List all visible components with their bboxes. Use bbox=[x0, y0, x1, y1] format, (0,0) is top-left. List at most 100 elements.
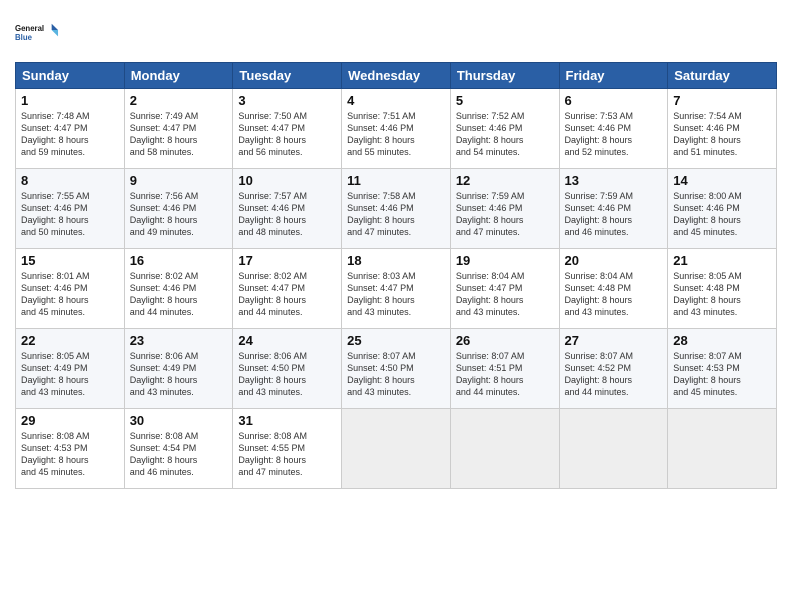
cell-details: Sunrise: 8:03 AMSunset: 4:47 PMDaylight:… bbox=[347, 271, 416, 317]
calendar-cell: 11 Sunrise: 7:58 AMSunset: 4:46 PMDaylig… bbox=[342, 169, 451, 249]
calendar-cell: 15 Sunrise: 8:01 AMSunset: 4:46 PMDaylig… bbox=[16, 249, 125, 329]
col-header-monday: Monday bbox=[124, 63, 233, 89]
day-number: 16 bbox=[130, 253, 228, 268]
col-header-friday: Friday bbox=[559, 63, 668, 89]
calendar-cell: 9 Sunrise: 7:56 AMSunset: 4:46 PMDayligh… bbox=[124, 169, 233, 249]
cell-details: Sunrise: 7:55 AMSunset: 4:46 PMDaylight:… bbox=[21, 191, 90, 237]
cell-details: Sunrise: 8:08 AMSunset: 4:54 PMDaylight:… bbox=[130, 431, 199, 477]
day-number: 2 bbox=[130, 93, 228, 108]
col-header-saturday: Saturday bbox=[668, 63, 777, 89]
day-number: 23 bbox=[130, 333, 228, 348]
col-header-wednesday: Wednesday bbox=[342, 63, 451, 89]
day-number: 10 bbox=[238, 173, 336, 188]
calendar-cell: 7 Sunrise: 7:54 AMSunset: 4:46 PMDayligh… bbox=[668, 89, 777, 169]
day-number: 30 bbox=[130, 413, 228, 428]
calendar-week-2: 8 Sunrise: 7:55 AMSunset: 4:46 PMDayligh… bbox=[16, 169, 777, 249]
day-number: 15 bbox=[21, 253, 119, 268]
cell-details: Sunrise: 7:56 AMSunset: 4:46 PMDaylight:… bbox=[130, 191, 199, 237]
calendar-cell-empty bbox=[450, 409, 559, 489]
day-number: 4 bbox=[347, 93, 445, 108]
cell-details: Sunrise: 8:04 AMSunset: 4:47 PMDaylight:… bbox=[456, 271, 525, 317]
calendar-cell: 5 Sunrise: 7:52 AMSunset: 4:46 PMDayligh… bbox=[450, 89, 559, 169]
day-number: 28 bbox=[673, 333, 771, 348]
day-number: 21 bbox=[673, 253, 771, 268]
cell-details: Sunrise: 7:48 AMSunset: 4:47 PMDaylight:… bbox=[21, 111, 90, 157]
calendar-cell: 19 Sunrise: 8:04 AMSunset: 4:47 PMDaylig… bbox=[450, 249, 559, 329]
cell-details: Sunrise: 8:04 AMSunset: 4:48 PMDaylight:… bbox=[565, 271, 634, 317]
cell-details: Sunrise: 7:58 AMSunset: 4:46 PMDaylight:… bbox=[347, 191, 416, 237]
calendar-cell: 22 Sunrise: 8:05 AMSunset: 4:49 PMDaylig… bbox=[16, 329, 125, 409]
calendar-cell: 2 Sunrise: 7:49 AMSunset: 4:47 PMDayligh… bbox=[124, 89, 233, 169]
calendar-cell: 28 Sunrise: 8:07 AMSunset: 4:53 PMDaylig… bbox=[668, 329, 777, 409]
cell-details: Sunrise: 7:53 AMSunset: 4:46 PMDaylight:… bbox=[565, 111, 634, 157]
day-number: 29 bbox=[21, 413, 119, 428]
cell-details: Sunrise: 7:59 AMSunset: 4:46 PMDaylight:… bbox=[565, 191, 634, 237]
svg-text:Blue: Blue bbox=[15, 33, 33, 42]
cell-details: Sunrise: 8:02 AMSunset: 4:46 PMDaylight:… bbox=[130, 271, 199, 317]
cell-details: Sunrise: 8:07 AMSunset: 4:53 PMDaylight:… bbox=[673, 351, 742, 397]
calendar-cell-empty bbox=[559, 409, 668, 489]
day-number: 9 bbox=[130, 173, 228, 188]
calendar-cell: 21 Sunrise: 8:05 AMSunset: 4:48 PMDaylig… bbox=[668, 249, 777, 329]
calendar-cell: 26 Sunrise: 8:07 AMSunset: 4:51 PMDaylig… bbox=[450, 329, 559, 409]
cell-details: Sunrise: 7:49 AMSunset: 4:47 PMDaylight:… bbox=[130, 111, 199, 157]
svg-text:General: General bbox=[15, 24, 44, 33]
calendar-cell-empty bbox=[668, 409, 777, 489]
calendar-cell: 24 Sunrise: 8:06 AMSunset: 4:50 PMDaylig… bbox=[233, 329, 342, 409]
cell-details: Sunrise: 7:52 AMSunset: 4:46 PMDaylight:… bbox=[456, 111, 525, 157]
day-number: 13 bbox=[565, 173, 663, 188]
cell-details: Sunrise: 8:07 AMSunset: 4:52 PMDaylight:… bbox=[565, 351, 634, 397]
day-number: 18 bbox=[347, 253, 445, 268]
header: General Blue bbox=[15, 10, 777, 54]
cell-details: Sunrise: 7:59 AMSunset: 4:46 PMDaylight:… bbox=[456, 191, 525, 237]
calendar-cell: 17 Sunrise: 8:02 AMSunset: 4:47 PMDaylig… bbox=[233, 249, 342, 329]
calendar-week-5: 29 Sunrise: 8:08 AMSunset: 4:53 PMDaylig… bbox=[16, 409, 777, 489]
calendar-cell: 14 Sunrise: 8:00 AMSunset: 4:46 PMDaylig… bbox=[668, 169, 777, 249]
calendar-cell: 30 Sunrise: 8:08 AMSunset: 4:54 PMDaylig… bbox=[124, 409, 233, 489]
calendar-cell: 20 Sunrise: 8:04 AMSunset: 4:48 PMDaylig… bbox=[559, 249, 668, 329]
cell-details: Sunrise: 7:50 AMSunset: 4:47 PMDaylight:… bbox=[238, 111, 307, 157]
logo: General Blue bbox=[15, 10, 59, 54]
day-number: 17 bbox=[238, 253, 336, 268]
day-number: 1 bbox=[21, 93, 119, 108]
col-header-thursday: Thursday bbox=[450, 63, 559, 89]
day-number: 3 bbox=[238, 93, 336, 108]
calendar-week-3: 15 Sunrise: 8:01 AMSunset: 4:46 PMDaylig… bbox=[16, 249, 777, 329]
day-number: 11 bbox=[347, 173, 445, 188]
cell-details: Sunrise: 7:51 AMSunset: 4:46 PMDaylight:… bbox=[347, 111, 416, 157]
calendar-cell: 27 Sunrise: 8:07 AMSunset: 4:52 PMDaylig… bbox=[559, 329, 668, 409]
calendar-cell: 16 Sunrise: 8:02 AMSunset: 4:46 PMDaylig… bbox=[124, 249, 233, 329]
day-number: 25 bbox=[347, 333, 445, 348]
cell-details: Sunrise: 8:07 AMSunset: 4:50 PMDaylight:… bbox=[347, 351, 416, 397]
cell-details: Sunrise: 8:05 AMSunset: 4:48 PMDaylight:… bbox=[673, 271, 742, 317]
logo-svg: General Blue bbox=[15, 10, 59, 54]
day-number: 20 bbox=[565, 253, 663, 268]
page: General Blue SundayMondayTuesdayWednesda… bbox=[0, 0, 792, 612]
calendar-cell: 4 Sunrise: 7:51 AMSunset: 4:46 PMDayligh… bbox=[342, 89, 451, 169]
day-number: 12 bbox=[456, 173, 554, 188]
cell-details: Sunrise: 8:06 AMSunset: 4:50 PMDaylight:… bbox=[238, 351, 307, 397]
day-number: 8 bbox=[21, 173, 119, 188]
day-number: 6 bbox=[565, 93, 663, 108]
calendar-cell: 23 Sunrise: 8:06 AMSunset: 4:49 PMDaylig… bbox=[124, 329, 233, 409]
col-header-tuesday: Tuesday bbox=[233, 63, 342, 89]
calendar-week-4: 22 Sunrise: 8:05 AMSunset: 4:49 PMDaylig… bbox=[16, 329, 777, 409]
cell-details: Sunrise: 8:07 AMSunset: 4:51 PMDaylight:… bbox=[456, 351, 525, 397]
calendar-cell: 10 Sunrise: 7:57 AMSunset: 4:46 PMDaylig… bbox=[233, 169, 342, 249]
calendar-cell: 1 Sunrise: 7:48 AMSunset: 4:47 PMDayligh… bbox=[16, 89, 125, 169]
day-number: 19 bbox=[456, 253, 554, 268]
calendar-week-1: 1 Sunrise: 7:48 AMSunset: 4:47 PMDayligh… bbox=[16, 89, 777, 169]
calendar-header-row: SundayMondayTuesdayWednesdayThursdayFrid… bbox=[16, 63, 777, 89]
cell-details: Sunrise: 8:05 AMSunset: 4:49 PMDaylight:… bbox=[21, 351, 90, 397]
cell-details: Sunrise: 8:08 AMSunset: 4:55 PMDaylight:… bbox=[238, 431, 307, 477]
calendar-cell: 29 Sunrise: 8:08 AMSunset: 4:53 PMDaylig… bbox=[16, 409, 125, 489]
cell-details: Sunrise: 7:54 AMSunset: 4:46 PMDaylight:… bbox=[673, 111, 742, 157]
day-number: 26 bbox=[456, 333, 554, 348]
day-number: 31 bbox=[238, 413, 336, 428]
day-number: 5 bbox=[456, 93, 554, 108]
cell-details: Sunrise: 7:57 AMSunset: 4:46 PMDaylight:… bbox=[238, 191, 307, 237]
calendar-cell: 25 Sunrise: 8:07 AMSunset: 4:50 PMDaylig… bbox=[342, 329, 451, 409]
calendar-cell: 12 Sunrise: 7:59 AMSunset: 4:46 PMDaylig… bbox=[450, 169, 559, 249]
day-number: 24 bbox=[238, 333, 336, 348]
col-header-sunday: Sunday bbox=[16, 63, 125, 89]
